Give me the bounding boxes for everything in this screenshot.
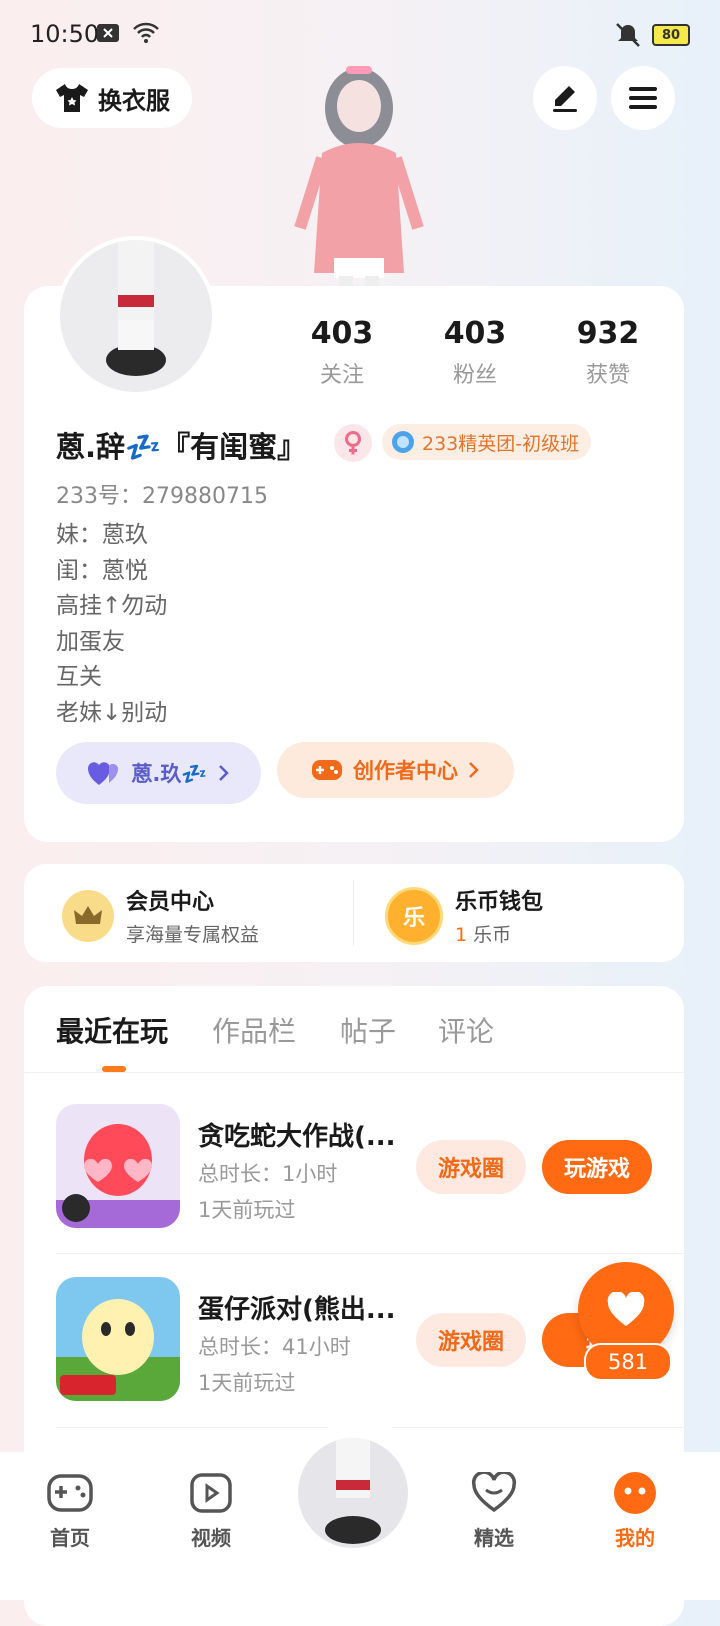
divider	[353, 880, 354, 946]
following-label: 关注	[319, 363, 364, 388]
tab-recent-played[interactable]: 最近在玩	[56, 1010, 168, 1050]
followers-count: 403	[443, 316, 507, 351]
bio-line: 闺：蒽悦	[56, 557, 148, 584]
game-title: 贪吃蛇大作战(...	[198, 1122, 396, 1152]
tab-works[interactable]: 作品栏	[212, 1010, 296, 1050]
wifi-icon	[133, 22, 159, 43]
heart-outline-icon	[471, 1472, 517, 1513]
rank-badge-label: 233精英团-初级班	[422, 432, 580, 455]
game-icon-snake	[56, 1104, 180, 1228]
game-circle-button[interactable]: 游戏圈	[416, 1140, 526, 1194]
nav-home-label: 首页	[50, 1526, 90, 1550]
menu-button[interactable]	[611, 66, 675, 130]
notification-icon	[97, 24, 119, 42]
friend-pill-label: 蒽.玖💤	[131, 762, 208, 786]
play-game-button[interactable]: 玩游戏	[542, 1140, 652, 1194]
creator-center-button[interactable]: 创作者中心	[277, 742, 514, 798]
coin-unit: 乐币	[473, 924, 512, 946]
vip-center-subtitle: 享海量专属权益	[126, 924, 260, 946]
rank-badge[interactable]: 233精英团-初级班	[382, 424, 592, 460]
divider	[24, 1072, 684, 1073]
coin-icon: 乐	[385, 886, 443, 945]
likes-count: 932	[576, 316, 640, 351]
bio: 妹：蒽玖 闺：蒽悦 高挂↑勿动 加蛋友 互关 老妹↓别动	[56, 518, 167, 731]
heart-icon	[607, 1292, 645, 1326]
gamepad-icon	[312, 760, 342, 780]
nav-mine-label: 我的	[615, 1526, 655, 1550]
bio-line: 高挂↑勿动	[56, 593, 168, 619]
nav-mine[interactable]: 我的	[590, 1470, 680, 1551]
tab-comments[interactable]: 评论	[438, 1010, 494, 1050]
likes-stat[interactable]: 932 获赞	[548, 316, 668, 389]
avatar[interactable]	[56, 236, 216, 396]
nav-featured-label: 精选	[474, 1526, 514, 1550]
silent-icon	[616, 23, 640, 47]
followers-label: 粉丝	[452, 363, 497, 388]
game-title: 蛋仔派对(熊出...	[198, 1295, 396, 1325]
game-duration: 总时长：1小时	[198, 1162, 338, 1186]
like-count: 581	[584, 1343, 672, 1381]
following-count: 403	[310, 316, 374, 351]
bio-line: 妹：蒽玖	[56, 522, 148, 548]
video-icon	[190, 1473, 232, 1513]
change-outfit-button[interactable]: 换衣服	[32, 68, 192, 128]
game-icon-eggy-party	[56, 1277, 180, 1401]
nav-video[interactable]: 视频	[166, 1470, 256, 1551]
vip-center-item[interactable]: 会员中心 享海量专属权益	[62, 884, 259, 947]
friend-pill-button[interactable]: 蒽.玖💤	[56, 742, 261, 804]
rank-shield-icon	[392, 431, 414, 453]
crown-icon	[62, 889, 114, 942]
coin-wallet-title: 乐币钱包	[455, 890, 544, 915]
followers-stat[interactable]: 403 粉丝	[415, 316, 535, 389]
coin-balance: 1	[455, 924, 468, 946]
coin-wallet-item[interactable]: 乐 乐币钱包 1 乐币	[385, 884, 543, 947]
nav-featured[interactable]: 精选	[449, 1470, 539, 1551]
avatar-3d-figure[interactable]	[294, 58, 424, 288]
chevron-right-icon	[469, 762, 479, 778]
following-stat[interactable]: 403 关注	[282, 316, 402, 389]
divider	[56, 1253, 684, 1254]
profile-face-icon	[614, 1472, 656, 1514]
double-heart-icon	[88, 762, 119, 785]
edit-profile-button[interactable]	[533, 66, 597, 130]
creator-center-label: 创作者中心	[353, 759, 458, 783]
game-duration: 总时长：41小时	[198, 1335, 351, 1359]
battery-icon: 80	[652, 24, 690, 46]
game-row[interactable]: 贪吃蛇大作战(... 总时长：1小时 1天前玩过 游戏圈 玩游戏	[56, 1104, 684, 1230]
nav-home[interactable]: 首页	[25, 1470, 115, 1551]
nickname: 蒽.辞💤『有闺蜜』	[56, 430, 307, 464]
female-icon	[334, 424, 372, 462]
user-id[interactable]: 233号：279880715	[56, 478, 268, 510]
menu-icon	[629, 87, 657, 109]
likes-label: 获赞	[585, 363, 630, 388]
gamepad-icon	[47, 1474, 93, 1512]
change-outfit-label: 换衣服	[98, 86, 170, 115]
bio-line: 互关	[56, 664, 102, 690]
nav-avatar-center[interactable]	[298, 1438, 408, 1548]
nav-video-label: 视频	[191, 1526, 231, 1550]
bio-line: 加蛋友	[56, 628, 125, 655]
status-time: 10:50	[30, 20, 100, 48]
game-last-played: 1天前玩过	[198, 1371, 296, 1395]
shirt-icon	[56, 84, 88, 112]
bio-line: 老妹↓别动	[56, 699, 168, 726]
game-last-played: 1天前玩过	[198, 1198, 296, 1222]
chevron-right-icon	[218, 765, 229, 781]
tab-posts[interactable]: 帖子	[340, 1010, 396, 1050]
game-circle-button[interactable]: 游戏圈	[416, 1313, 526, 1367]
pencil-icon	[553, 86, 577, 112]
vip-center-title: 会员中心	[126, 890, 215, 915]
